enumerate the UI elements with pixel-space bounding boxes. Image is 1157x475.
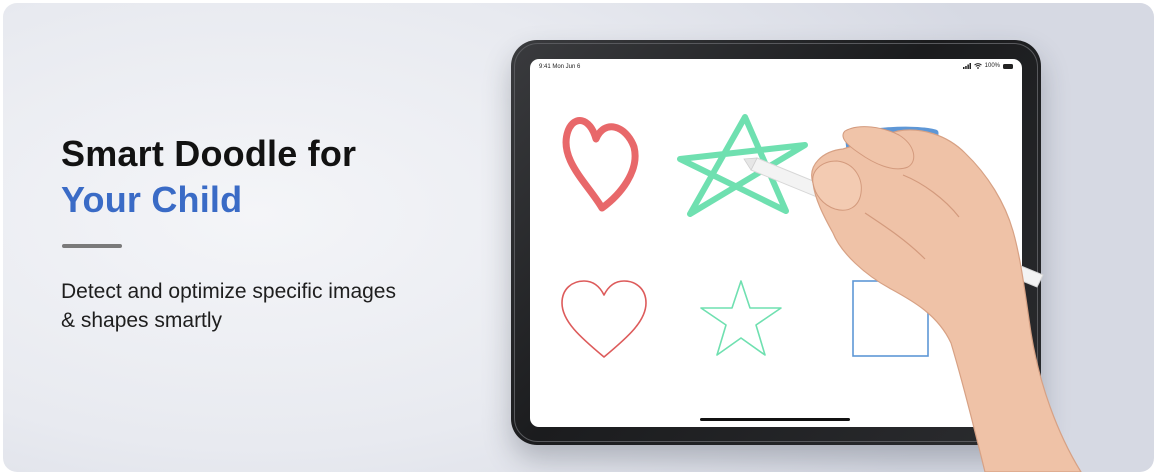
doodle-square [845, 126, 939, 175]
text-block: Smart Doodle for Your Child Detect and o… [61, 131, 481, 335]
hero-banner: Smart Doodle for Your Child Detect and o… [3, 3, 1154, 472]
headline-line-2: Your Child [61, 179, 243, 220]
doodle-star [677, 114, 808, 217]
headline: Smart Doodle for Your Child [61, 131, 481, 223]
tablet-screen: 9:41 Mon Jun 6 100% [530, 59, 1022, 427]
optimized-square [852, 280, 929, 357]
tablet-device: 9:41 Mon Jun 6 100% [511, 40, 1041, 445]
home-indicator [700, 418, 850, 421]
drawing-canvas [561, 114, 939, 358]
optimized-heart [561, 280, 647, 358]
headline-line-1: Smart Doodle for [61, 133, 357, 174]
optimized-star [700, 280, 782, 356]
description-line-1: Detect and optimize specific images [61, 280, 396, 303]
divider [62, 244, 122, 248]
description-line-2: & shapes smartly [61, 309, 223, 332]
doodle-heart [562, 117, 639, 212]
description: Detect and optimize specific images & sh… [61, 277, 481, 335]
